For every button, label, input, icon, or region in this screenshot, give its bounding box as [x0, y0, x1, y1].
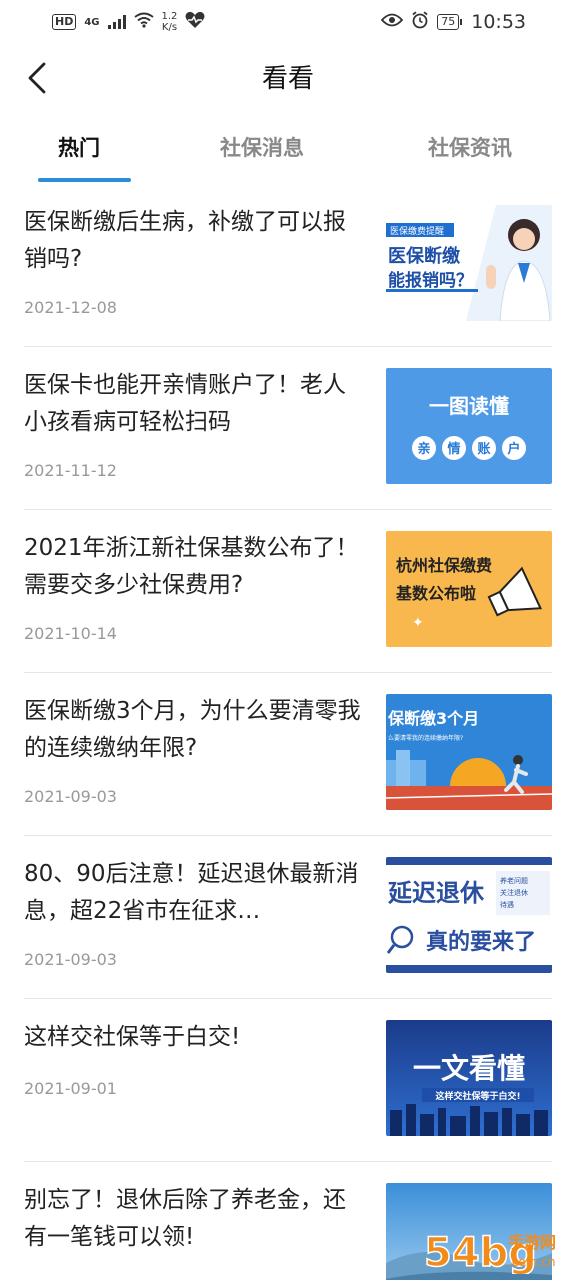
svg-text:医保断缴: 医保断缴 — [388, 245, 461, 267]
article-item[interactable]: 2021年浙江新社保基数公布了！需要交多少社保费用? 2021-10-14 杭州… — [0, 510, 576, 673]
article-thumbnail: 杭州社保缴费 基数公布啦 ✦ — [386, 531, 552, 647]
svg-text:情: 情 — [447, 441, 460, 457]
article-thumbnail: 一文看懂 这样交社保等于白交! — [386, 1020, 552, 1136]
article-date: 2021-10-14 — [24, 624, 117, 643]
svg-text:.com.cn: .com.cn — [508, 1255, 555, 1269]
article-item[interactable]: 这样交社保等于白交! 2021-09-01 一文看懂 这样交社保等于白交! — [0, 999, 576, 1162]
svg-text:账: 账 — [477, 442, 490, 457]
tab-bar: 热门 社保消息 社保资讯 — [0, 122, 576, 184]
svg-text:延迟退休: 延迟退休 — [387, 879, 485, 907]
thumb-tag: 医保缴费提醒 — [390, 225, 444, 237]
svg-text:待遇: 待遇 — [500, 900, 514, 909]
article-title: 医保断缴后生病，补缴了可以报销吗? — [24, 209, 346, 272]
svg-text:这样交社保等于白交!: 这样交社保等于白交! — [435, 1090, 520, 1102]
article-title: 别忘了！退休后除了养老金，还有一笔钱可以领! — [24, 1187, 346, 1250]
svg-text:亲: 亲 — [417, 441, 430, 457]
status-right: 75 10:53 — [381, 11, 526, 33]
article-date: 2021-09-03 — [24, 950, 117, 969]
alarm-icon — [411, 11, 429, 33]
article-title: 这样交社保等于白交! — [24, 1024, 241, 1050]
article-date: 2021-09-01 — [24, 1079, 117, 1098]
article-item[interactable]: 80、90后注意！延迟退休最新消息，超22省市在征求… 2021-09-03 延… — [0, 836, 576, 999]
back-button[interactable] — [22, 60, 52, 96]
svg-text:户: 户 — [507, 441, 520, 457]
tab-social-security-info[interactable]: 社保资讯 — [428, 132, 512, 162]
article-date: 2021-12-08 — [24, 298, 117, 317]
svg-text:杭州社保缴费: 杭州社保缴费 — [396, 556, 492, 575]
article-thumbnail: 延迟退休 养老问题 关注退休 待遇 真的要来了 — [386, 857, 552, 973]
status-left: HD 4G 1.2 K/s — [52, 11, 205, 33]
article-thumbnail: 一图读懂 亲 情 账 户 — [386, 368, 552, 484]
article-title: 80、90后注意！延迟退休最新消息，超22省市在征求… — [24, 861, 359, 924]
heart-pulse-icon — [185, 11, 205, 33]
article-date: 2021-11-12 — [24, 461, 117, 480]
page-title: 看看 — [261, 64, 314, 94]
chevron-left-icon — [28, 62, 46, 94]
svg-text:手游网: 手游网 — [508, 1233, 556, 1252]
header: 看看 — [0, 44, 576, 112]
article-title: 医保卡也能开亲情账户了！老人小孩看病可轻松扫码 — [24, 372, 346, 435]
article-thumbnail: 保断缴3个月 么要清零我的连续缴纳年限? — [386, 694, 552, 810]
svg-text:一文看懂: 一文看懂 — [413, 1052, 525, 1085]
signal-icon — [107, 15, 126, 29]
active-tab-indicator — [38, 178, 131, 182]
svg-text:养老问题: 养老问题 — [500, 876, 528, 885]
svg-text:基数公布啦: 基数公布啦 — [395, 584, 476, 603]
article-date: 2021-09-03 — [24, 787, 117, 806]
eye-icon — [381, 13, 404, 31]
network-speed: 1.2 K/s — [162, 11, 178, 33]
tab-hot[interactable]: 热门 — [58, 132, 100, 162]
article-title: 2021年浙江新社保基数公布了！需要交多少社保费用? — [24, 535, 359, 598]
svg-text:么要清零我的连续缴纳年限?: 么要清零我的连续缴纳年限? — [388, 734, 463, 742]
article-thumbnail: 医保缴费提醒 医保断缴 能报销吗？ — [386, 205, 552, 321]
clock: 10:53 — [471, 11, 526, 33]
article-item[interactable]: 医保断缴3个月，为什么要清零我的连续缴纳年限? 2021-09-03 保断缴3个… — [0, 673, 576, 836]
article-item[interactable]: 医保卡也能开亲情账户了！老人小孩看病可轻松扫码 2021-11-12 一图读懂 … — [0, 347, 576, 510]
speed-unit: K/s — [161, 22, 178, 33]
svg-text:能报销吗？: 能报销吗？ — [388, 270, 473, 291]
hd-badge: HD — [52, 14, 77, 30]
tab-social-security-news[interactable]: 社保消息 — [220, 132, 304, 162]
article-item[interactable]: 医保断缴后生病，补缴了可以报销吗? 2021-12-08 医保缴费提醒 医保断缴… — [0, 184, 576, 347]
article-title: 医保断缴3个月，为什么要清零我的连续缴纳年限? — [24, 698, 361, 761]
battery-icon: 75 — [437, 14, 463, 30]
status-bar: HD 4G 1.2 K/s 75 10:53 — [0, 0, 576, 44]
svg-text:真的要来了: 真的要来了 — [426, 929, 536, 955]
network-type: 4G — [84, 16, 100, 28]
speed-value: 1.2 — [161, 11, 178, 22]
watermark-logo: 54bg 手游网 .com.cn — [422, 1224, 572, 1274]
svg-text:保断缴3个月: 保断缴3个月 — [387, 709, 479, 728]
svg-text:关注退休: 关注退休 — [500, 888, 528, 897]
svg-text:✦: ✦ — [412, 615, 424, 631]
svg-text:一图读懂: 一图读懂 — [429, 394, 509, 418]
wifi-icon — [133, 12, 154, 32]
